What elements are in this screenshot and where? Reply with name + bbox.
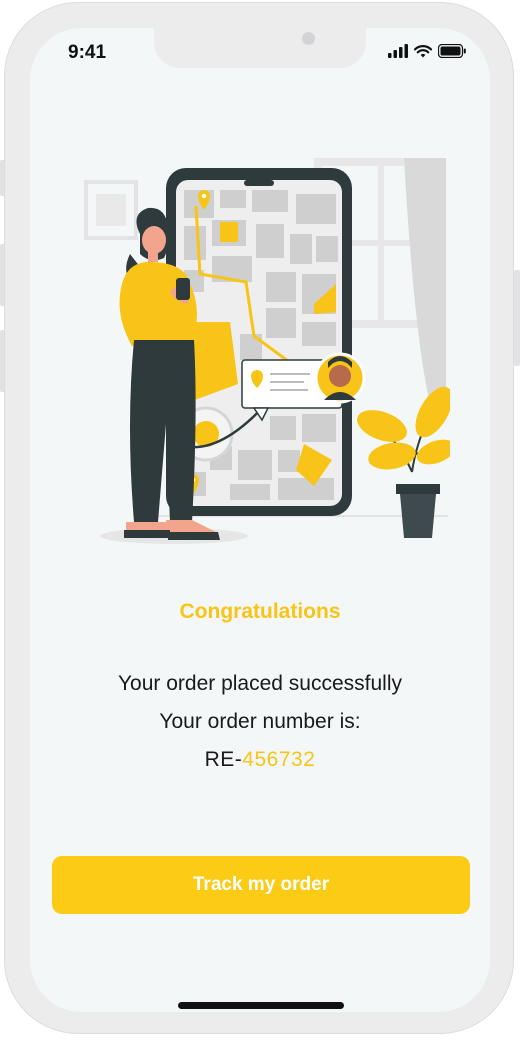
battery-icon bbox=[438, 44, 466, 58]
delivery-map-illustration bbox=[84, 158, 450, 544]
notch bbox=[154, 28, 366, 68]
phone-device: 9:41 Congratulations Your order placed s… bbox=[0, 0, 520, 1040]
screen: 9:41 Congratulations Your order placed s… bbox=[30, 28, 490, 1012]
order-number-label: Your order number is: bbox=[159, 710, 361, 733]
order-number-value: 456732 bbox=[242, 748, 316, 771]
status-time: 9:41 bbox=[68, 42, 107, 63]
home-indicator bbox=[178, 1002, 344, 1009]
side-button bbox=[514, 270, 520, 366]
congratulations-title: Congratulations bbox=[179, 600, 341, 623]
order-number-prefix: RE- bbox=[204, 748, 243, 771]
wifi-icon bbox=[414, 45, 432, 58]
order-placed-message: Your order placed successfully bbox=[117, 672, 403, 695]
camera-icon bbox=[302, 32, 315, 45]
signal-icon bbox=[388, 44, 408, 58]
track-order-button[interactable]: Track my order bbox=[52, 856, 470, 914]
order-number: RE-456732 bbox=[30, 748, 490, 772]
status-icons bbox=[388, 44, 466, 58]
